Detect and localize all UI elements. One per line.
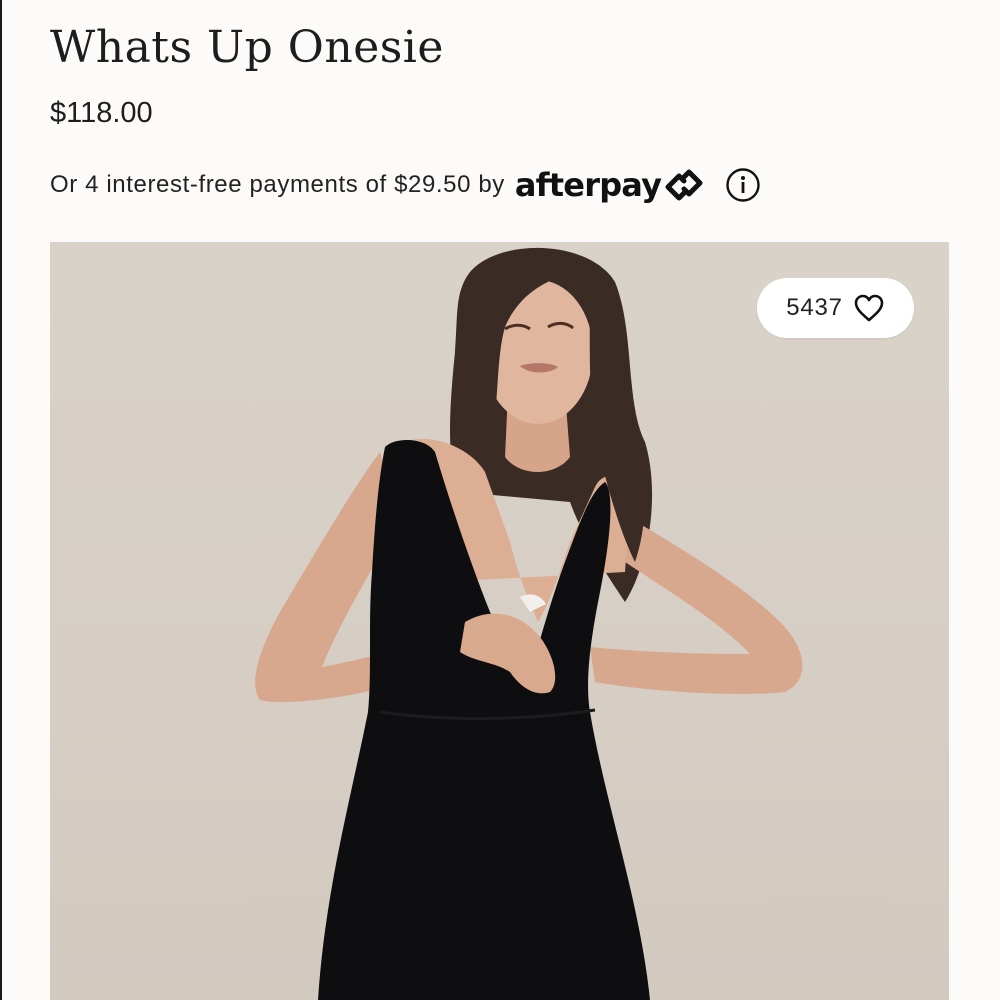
afterpay-wordmark: afterpay [514,166,662,204]
page-left-edge [0,0,2,1000]
model-photo [255,247,803,1000]
afterpay-arrows-icon [665,169,703,201]
product-price: $118.00 [50,97,153,129]
afterpay-installments: Or 4 interest-free payments of $29.50 by… [50,160,760,210]
afterpay-logo[interactable]: afterpay [515,166,706,204]
product-title: Whats Up Onesie [50,22,444,73]
heart-outline-icon [854,294,884,322]
installments-text: Or 4 interest-free payments of $29.50 by [50,171,505,198]
like-button[interactable]: 5437 [757,278,914,338]
like-count: 5437 [786,294,843,321]
product-image[interactable]: 5437 [50,242,949,1000]
info-icon[interactable] [726,168,760,202]
